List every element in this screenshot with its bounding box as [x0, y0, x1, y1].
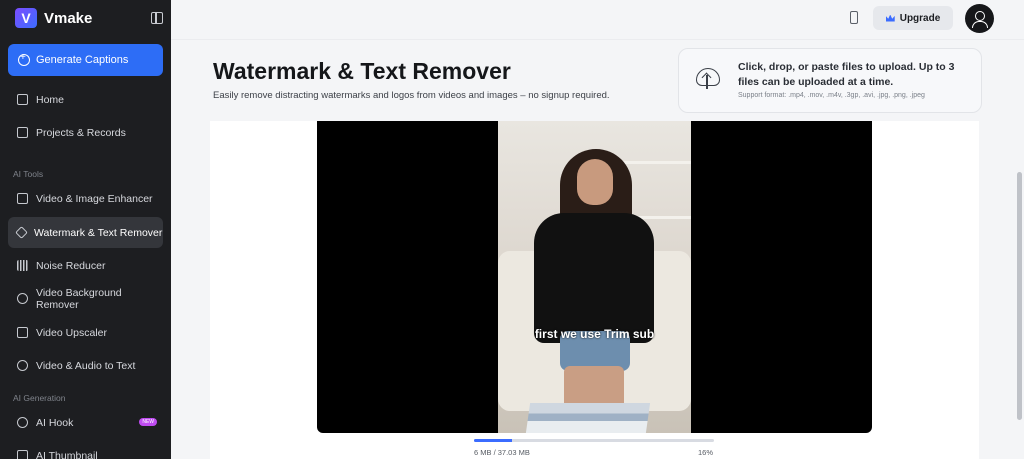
upload-percent-text: 16% — [698, 448, 714, 457]
supported-formats: Support format: .mp4, .mov, .m4v, .3gp, … — [738, 92, 925, 99]
upload-progress-bar — [474, 439, 714, 442]
sidebar-item-label: Video Background Remover — [36, 286, 122, 311]
brand[interactable]: V Vmake — [15, 8, 92, 28]
home-icon — [17, 94, 28, 105]
sidebar-item-home[interactable]: Home — [8, 84, 163, 115]
hd-icon — [17, 193, 28, 204]
app-name: Vmake — [44, 9, 93, 27]
sidebar-item-label: Projects & Records — [36, 126, 126, 139]
upgrade-label: Upgrade — [899, 12, 941, 24]
sidebar-item-label: Video & Audio to Text — [36, 359, 136, 372]
sidebar-collapse-icon[interactable] — [151, 12, 163, 24]
person-shirt — [534, 213, 654, 343]
page-title: Watermark & Text Remover — [213, 58, 511, 84]
sidebar-item-upscaler[interactable]: Video Upscaler — [8, 317, 163, 348]
video-player[interactable]: first we use Trim sub — [317, 121, 872, 433]
sidebar-item-projects[interactable]: Projects & Records — [8, 117, 163, 148]
plus-circle-icon — [18, 52, 30, 66]
upload-dropzone[interactable]: Click, drop, or paste files to upload. U… — [678, 48, 982, 113]
generate-captions-button[interactable]: Generate Captions — [8, 44, 163, 76]
sidebar-item-label: Video Upscaler — [36, 326, 108, 339]
vmake-logo-icon: V — [15, 8, 37, 28]
sidebar-item-label: Video & Image Enhancer — [36, 192, 153, 205]
section-label-ai-tools: AI Tools — [13, 169, 44, 179]
crown-icon — [885, 14, 895, 22]
shelf — [618, 161, 691, 164]
page-scrollbar[interactable] — [1017, 172, 1022, 420]
sidebar-item-watermark-remover[interactable]: Watermark & Text Remover — [8, 217, 163, 248]
sidebar-item-label: Home — [36, 93, 65, 106]
section-label-ai-generation: AI Generation — [13, 393, 66, 403]
books — [525, 403, 651, 433]
4k-icon — [17, 327, 28, 338]
person-cutout-icon — [17, 293, 28, 304]
video-caption: first we use Trim sub — [534, 327, 655, 341]
generate-captions-label: Generate Captions — [36, 54, 129, 66]
upload-size-text: 6 MB / 37.03 MB — [474, 448, 530, 457]
sidebar-item-label: AI Hook — [36, 416, 74, 429]
sidebar-item-label: Watermark & Text Remover — [34, 226, 163, 239]
eraser-icon — [15, 226, 28, 239]
upload-instructions: Click, drop, or paste files to upload. U… — [738, 61, 955, 88]
upgrade-button[interactable]: Upgrade — [873, 6, 953, 30]
sidebar-item-label: Noise Reducer — [36, 259, 106, 272]
waveform-icon — [17, 260, 28, 271]
sidebar-item-enhancer[interactable]: Video & Image Enhancer — [8, 183, 163, 214]
sidebar-item-ai-hook[interactable]: AI Hook NEW — [8, 407, 163, 438]
sidebar-item-label: AI Thumbnail — [36, 449, 98, 459]
records-icon — [17, 127, 28, 138]
page-subtitle: Easily remove distracting watermarks and… — [213, 90, 610, 101]
sidebar-item-video-to-text[interactable]: Video & Audio to Text — [8, 350, 163, 381]
upload-progress-fill — [474, 439, 513, 442]
thumbnail-icon — [17, 450, 28, 459]
new-badge: NEW — [139, 418, 157, 426]
avatar[interactable] — [965, 4, 994, 33]
hook-icon — [17, 417, 28, 428]
video-frame — [498, 121, 691, 433]
sidebar-item-background-remover[interactable]: Video Background Remover — [8, 283, 163, 314]
sidebar-item-noise-reducer[interactable]: Noise Reducer — [8, 250, 163, 281]
sidebar: V Vmake Generate Captions Home Projects … — [0, 0, 171, 459]
person-face — [577, 159, 613, 205]
sidebar-item-ai-thumbnail[interactable]: AI Thumbnail — [8, 440, 163, 459]
transcribe-icon — [17, 360, 28, 371]
mobile-icon[interactable] — [850, 11, 858, 24]
